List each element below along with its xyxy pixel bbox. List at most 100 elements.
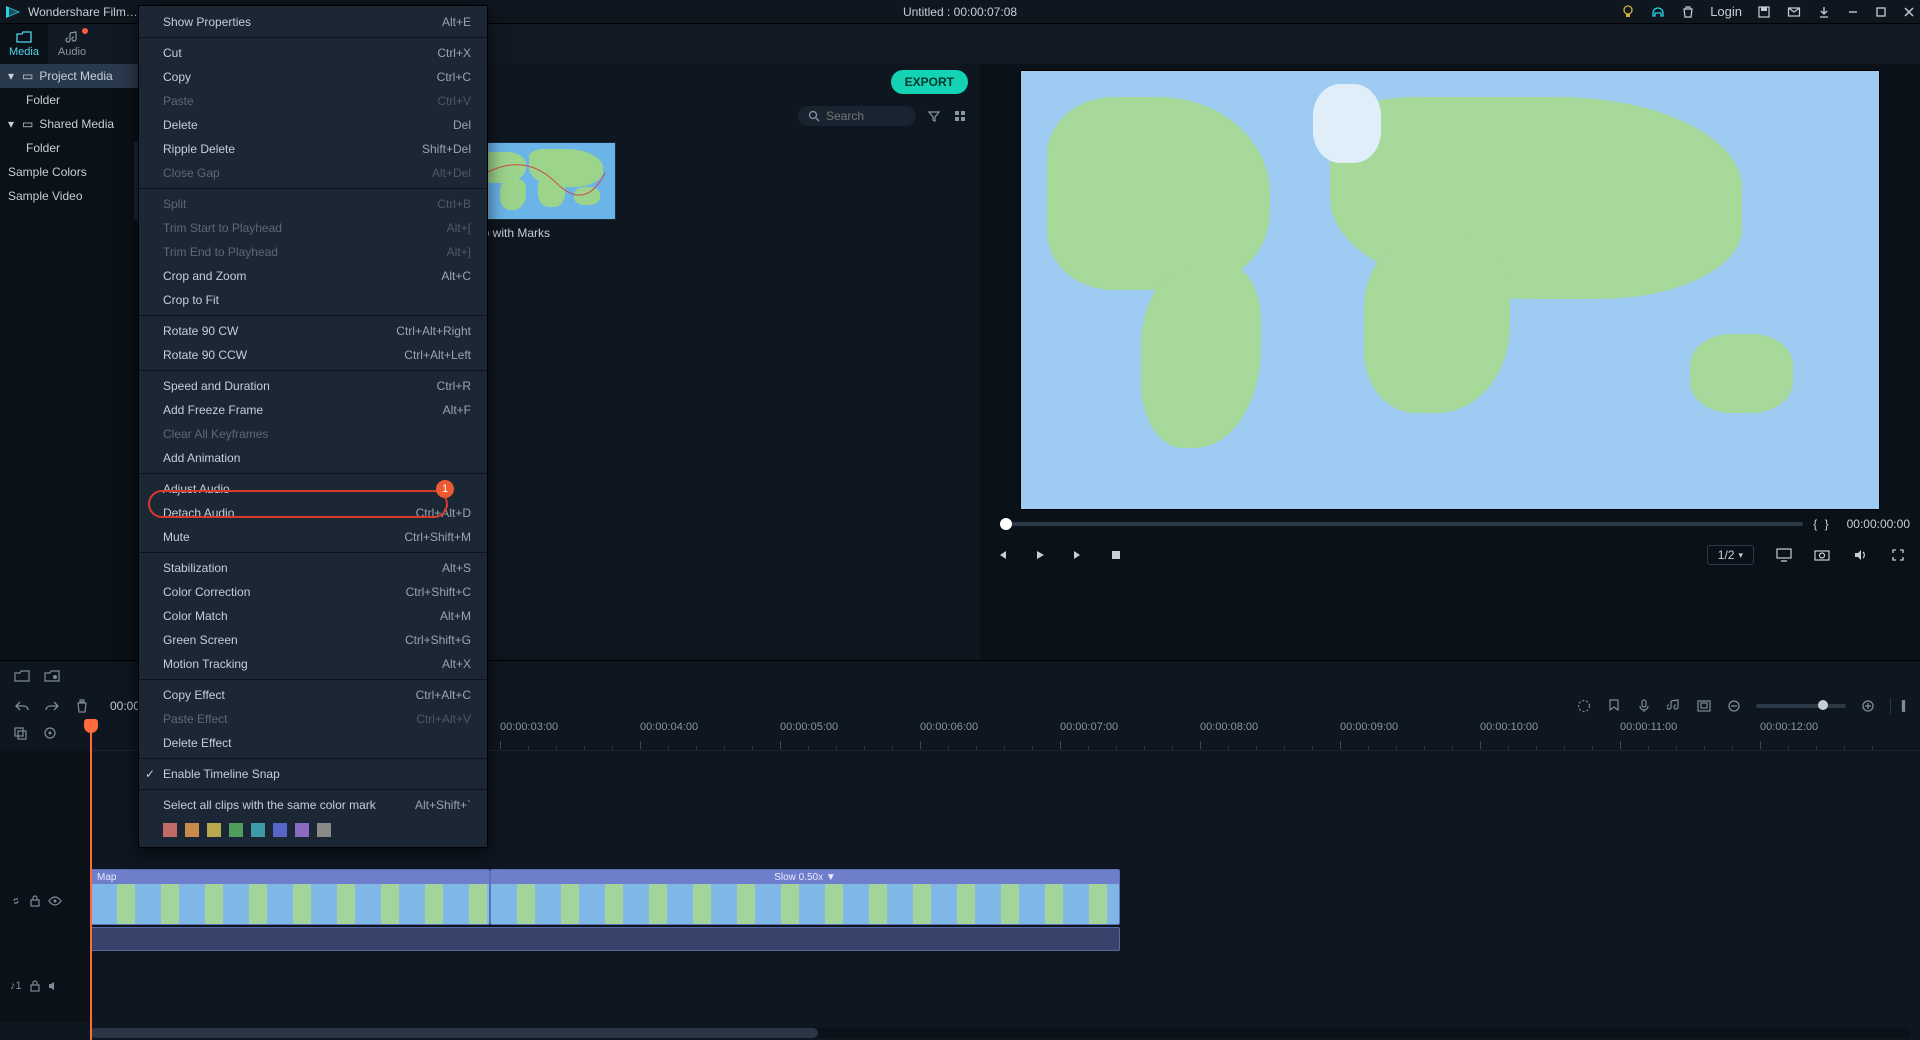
color-swatch[interactable] — [185, 823, 199, 837]
seek-bar[interactable] — [1000, 522, 1803, 526]
volume-icon[interactable] — [1852, 547, 1868, 563]
undo-icon[interactable] — [14, 698, 30, 714]
tab-audio[interactable]: Audio — [48, 24, 96, 64]
menu-item[interactable]: Speed and DurationCtrl+R — [139, 374, 487, 398]
menu-item[interactable]: Color CorrectionCtrl+Shift+C — [139, 580, 487, 604]
snapshot-icon[interactable] — [1814, 547, 1830, 563]
menu-item[interactable]: Add Freeze FrameAlt+F — [139, 398, 487, 422]
preview-viewport[interactable] — [1020, 70, 1880, 510]
import-folder-icon[interactable] — [14, 668, 30, 684]
playhead[interactable] — [90, 721, 92, 1040]
menu-item[interactable]: CopyCtrl+C — [139, 65, 487, 89]
speaker-icon[interactable] — [48, 980, 60, 992]
menu-item[interactable]: Select all clips with the same color mar… — [139, 793, 487, 817]
voiceover-icon[interactable] — [1636, 698, 1652, 714]
color-swatch[interactable] — [251, 823, 265, 837]
menu-item[interactable]: Detach AudioCtrl+Alt+D — [139, 501, 487, 525]
color-swatch[interactable] — [295, 823, 309, 837]
video-track-header[interactable] — [0, 871, 90, 931]
lock-icon[interactable] — [30, 895, 40, 907]
redo-icon[interactable] — [44, 698, 60, 714]
menu-item[interactable]: CutCtrl+X — [139, 41, 487, 65]
tab-media-label: Media — [9, 46, 39, 58]
zoom-knob-icon[interactable] — [1818, 700, 1828, 710]
audio-mixer-icon[interactable] — [1666, 698, 1682, 714]
sidebar-item-folder[interactable]: Folder — [0, 88, 139, 112]
timeline-scrollbar[interactable] — [90, 1028, 1910, 1038]
audio-track-header[interactable]: ♪1 — [0, 971, 90, 1001]
menu-item[interactable]: Add Animation — [139, 446, 487, 470]
search-field[interactable] — [826, 109, 906, 123]
scrollbar-thumb[interactable] — [90, 1028, 818, 1038]
menu-item[interactable]: Crop and ZoomAlt+C — [139, 264, 487, 288]
sidebar-item-sample-colors[interactable]: Sample Colors — [0, 160, 139, 184]
timeline-clip[interactable]: Slow 0.50x ▼ — [490, 869, 1120, 925]
menu-item[interactable]: Show PropertiesAlt+E — [139, 10, 487, 34]
color-swatch[interactable] — [317, 823, 331, 837]
sidebar-item-project-media[interactable]: ▾▭Project Media — [0, 64, 139, 88]
zoom-fit-icon[interactable] — [1890, 698, 1906, 714]
fullscreen-icon[interactable] — [1890, 547, 1906, 563]
menu-item[interactable]: Motion TrackingAlt+X — [139, 652, 487, 676]
menu-item[interactable]: Copy EffectCtrl+Alt+C — [139, 683, 487, 707]
export-button[interactable]: EXPORT — [891, 70, 968, 94]
menu-item[interactable]: DeleteDel — [139, 113, 487, 137]
menu-item[interactable]: Ripple DeleteShift+Del — [139, 137, 487, 161]
menu-item[interactable]: MuteCtrl+Shift+M — [139, 525, 487, 549]
color-swatch[interactable] — [207, 823, 221, 837]
grid-view-icon[interactable] — [952, 108, 968, 124]
filter-icon[interactable] — [926, 108, 942, 124]
eye-icon[interactable] — [48, 896, 62, 906]
timeline-clip[interactable]: Map — [90, 869, 490, 925]
menu-item[interactable]: Color MatchAlt+M — [139, 604, 487, 628]
window-close-icon[interactable] — [1902, 5, 1916, 19]
window-minimize-icon[interactable] — [1846, 5, 1860, 19]
record-folder-icon[interactable] — [44, 668, 60, 684]
mail-icon[interactable] — [1786, 4, 1802, 20]
menu-item[interactable]: Delete Effect — [139, 731, 487, 755]
effects-icon[interactable] — [42, 725, 58, 741]
color-swatch[interactable] — [229, 823, 243, 837]
sidebar-item-shared-media[interactable]: ▾▭Shared Media — [0, 112, 139, 136]
save-icon[interactable] — [1756, 4, 1772, 20]
display-icon[interactable] — [1776, 547, 1792, 563]
crop-icon[interactable] — [1696, 698, 1712, 714]
media-sidebar: ▾▭Project Media Folder ▾▭Shared Media Fo… — [0, 64, 140, 660]
menu-item[interactable]: Rotate 90 CWCtrl+Alt+Right — [139, 319, 487, 343]
tab-media[interactable]: Media — [0, 24, 48, 64]
lock-icon[interactable] — [30, 980, 40, 992]
menu-item[interactable]: StabilizationAlt+S — [139, 556, 487, 580]
search-input[interactable] — [798, 106, 916, 126]
sidebar-item-sample-video[interactable]: Sample Video — [0, 184, 139, 208]
play-icon[interactable] — [1032, 547, 1048, 563]
trash-icon[interactable] — [1680, 4, 1696, 20]
menu-item[interactable]: Adjust Audio — [139, 477, 487, 501]
zoom-slider[interactable] — [1756, 704, 1846, 708]
marker-icon[interactable] — [1606, 698, 1622, 714]
color-swatch[interactable] — [163, 823, 177, 837]
render-icon[interactable] — [1576, 698, 1592, 714]
seek-knob-icon[interactable] — [1000, 518, 1012, 530]
zoom-out-icon[interactable] — [1726, 698, 1742, 714]
lightbulb-icon[interactable] — [1620, 4, 1636, 20]
sidebar-item-folder[interactable]: Folder — [0, 136, 139, 160]
window-maximize-icon[interactable] — [1874, 5, 1888, 19]
prev-frame-icon[interactable] — [994, 547, 1010, 563]
menu-item[interactable]: ✓Enable Timeline Snap — [139, 762, 487, 786]
copy-icon[interactable] — [12, 725, 28, 741]
stop-icon[interactable] — [1108, 547, 1124, 563]
media-thumb-map-marks[interactable]: Map with Marks — [466, 142, 616, 240]
timeline-audio-clip[interactable] — [90, 927, 1120, 951]
login-link[interactable]: Login — [1710, 4, 1742, 19]
color-swatch[interactable] — [273, 823, 287, 837]
menu-item[interactable]: Rotate 90 CCWCtrl+Alt+Left — [139, 343, 487, 367]
delete-icon[interactable] — [74, 698, 90, 714]
next-frame-icon[interactable] — [1070, 547, 1086, 563]
playhead-cap-icon[interactable] — [84, 719, 98, 733]
menu-item[interactable]: Crop to Fit — [139, 288, 487, 312]
headset-icon[interactable] — [1650, 4, 1666, 20]
zoom-in-icon[interactable] — [1860, 698, 1876, 714]
preview-quality-select[interactable]: 1/2▾ — [1707, 545, 1754, 565]
download-icon[interactable] — [1816, 4, 1832, 20]
menu-item[interactable]: Green ScreenCtrl+Shift+G — [139, 628, 487, 652]
